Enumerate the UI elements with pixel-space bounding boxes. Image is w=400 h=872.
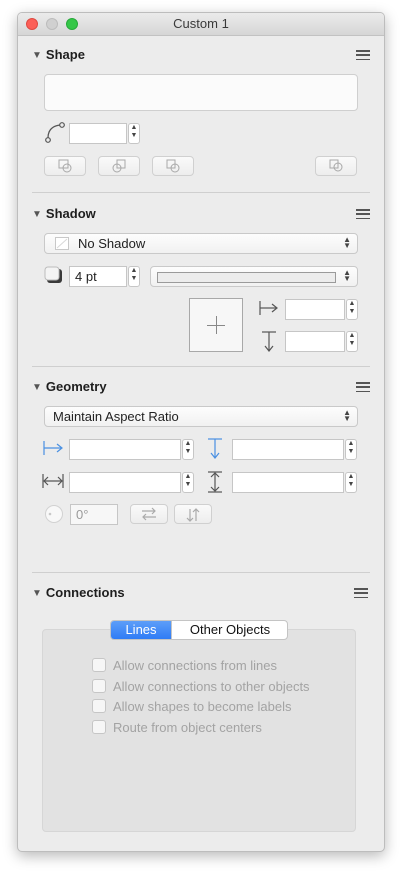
tab-other-objects[interactable]: Other Objects [171,621,287,639]
chevron-up-down-icon: ▲ ▼ [343,235,351,250]
connections-heading: Connections [45,585,125,600]
y-position-icon [208,438,222,459]
subtract-shapes-button[interactable] [152,156,194,176]
title-bar[interactable]: Custom 1 [18,13,384,36]
shadow-section-header[interactable]: ▼ Shadow [32,206,96,221]
horizontal-offset-icon [259,301,278,315]
flip-horizontal-button[interactable] [130,504,168,524]
checkbox[interactable] [92,658,106,672]
geometry-menu-icon[interactable] [356,382,370,393]
geometry-heading: Geometry [45,379,107,394]
checkbox-label: Route from object centers [113,720,262,735]
shape-menu-icon[interactable] [356,50,370,61]
rotation-knob-icon[interactable] [44,504,64,524]
shadow-x-offset-field[interactable] [285,299,345,320]
allow-to-objects-checkbox-row[interactable]: Allow connections to other objects [92,679,310,694]
section-divider [32,366,370,367]
shadow-menu-icon[interactable] [356,209,370,220]
shadow-y-offset-stepper[interactable]: ▲ ▼ [346,331,358,352]
width-icon [42,474,64,488]
shadow-y-offset-field[interactable] [285,331,345,352]
checkbox-label: Allow connections from lines [113,658,278,673]
vertical-offset-icon [262,331,276,352]
geometry-section-header[interactable]: ▼ Geometry [32,379,107,394]
shadow-color-popup[interactable]: ▲ ▼ [150,266,358,287]
height-icon [208,471,222,493]
chevron-up-down-icon: ▲ ▼ [343,268,351,283]
allow-from-lines-checkbox-row[interactable]: Allow connections from lines [92,658,277,673]
shadow-size-field[interactable]: 4 pt [69,266,127,287]
height-stepper[interactable]: ▲ ▼ [345,472,357,493]
window-title: Custom 1 [173,16,229,31]
rotation-field[interactable]: 0° [70,504,118,525]
flip-vertical-icon [186,508,200,522]
connections-menu-icon[interactable] [354,588,368,599]
shadow-color-well [157,272,336,283]
aspect-ratio-popup[interactable]: Maintain Aspect Ratio ▲ ▼ [44,406,358,427]
disclosure-triangle-icon[interactable]: ▼ [32,209,42,220]
inspector-window: Custom 1 ▼ Shape ▲ ▼ ▼ Shadow No Shadow ▲ ▼ [17,12,385,852]
shadow-offset-pad[interactable] [189,298,243,352]
connections-section-header[interactable]: ▼ Connections [32,585,125,600]
shape-preview-well[interactable] [44,74,358,111]
corner-radius-field[interactable] [69,123,127,144]
checkbox[interactable] [92,699,106,713]
connections-tab-bar: Lines Other Objects [110,620,288,640]
width-stepper[interactable]: ▲ ▼ [182,472,194,493]
shape-section-header[interactable]: ▼ Shape [32,47,85,62]
shadow-heading: Shadow [45,206,96,221]
make-shape-button[interactable] [44,156,86,176]
flip-vertical-button[interactable] [174,504,212,524]
bezier-curve-icon [45,122,65,143]
disclosure-triangle-icon[interactable]: ▼ [32,50,42,61]
intersect-shapes-button[interactable] [98,156,140,176]
x-position-icon [43,441,63,455]
combine-shapes-button[interactable] [315,156,357,176]
x-position-field[interactable] [69,439,181,460]
disclosure-triangle-icon[interactable]: ▼ [32,382,42,393]
tab-lines[interactable]: Lines [111,621,171,639]
corner-radius-stepper[interactable]: ▲ ▼ [128,123,140,144]
no-shadow-icon [55,237,69,250]
route-centers-checkbox-row[interactable]: Route from object centers [92,720,262,735]
checkbox-label: Allow shapes to become labels [113,699,292,714]
width-field[interactable] [69,472,181,493]
shape-union-icon [58,159,72,173]
disclosure-triangle-icon[interactable]: ▼ [32,588,42,599]
shadow-swatch-icon[interactable] [44,266,63,284]
y-position-stepper[interactable]: ▲ ▼ [345,439,357,460]
x-position-stepper[interactable]: ▲ ▼ [182,439,194,460]
shadow-size-stepper[interactable]: ▲ ▼ [128,266,140,287]
shape-heading: Shape [45,47,85,62]
shape-intersect-icon [112,159,126,173]
checkbox[interactable] [92,720,106,734]
y-position-field[interactable] [232,439,344,460]
shadow-style-value: No Shadow [78,236,146,251]
shape-combine-icon [329,159,343,172]
section-divider [32,572,370,573]
shadow-x-offset-stepper[interactable]: ▲ ▼ [346,299,358,320]
checkbox-label: Allow connections to other objects [113,679,310,694]
shape-subtract-icon [166,159,180,173]
height-field[interactable] [232,472,344,493]
flip-horizontal-icon [142,507,156,521]
allow-labels-checkbox-row[interactable]: Allow shapes to become labels [92,699,292,714]
checkbox[interactable] [92,679,106,693]
shadow-style-popup[interactable]: No Shadow ▲ ▼ [44,233,358,254]
section-divider [32,192,370,193]
chevron-up-down-icon: ▲ ▼ [343,408,351,423]
aspect-ratio-value: Maintain Aspect Ratio [53,409,179,424]
